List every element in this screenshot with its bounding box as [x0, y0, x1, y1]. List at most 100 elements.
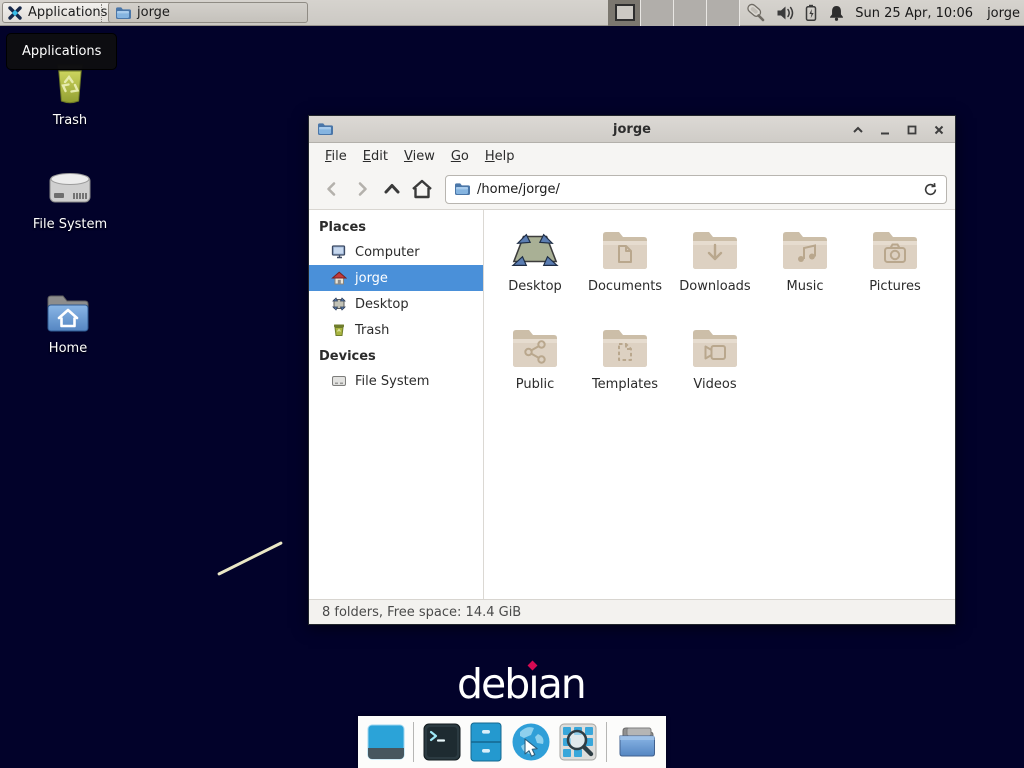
folder-label: Videos — [693, 377, 736, 392]
forward-button[interactable] — [347, 174, 377, 204]
folder-label: Public — [516, 377, 554, 392]
taskbar-folder-icon — [115, 5, 131, 21]
application-finder-icon[interactable] — [559, 723, 597, 761]
back-button[interactable] — [317, 174, 347, 204]
applications-menu-button[interactable]: Applications — [2, 2, 115, 23]
web-browser-globe-icon[interactable] — [511, 722, 551, 762]
notifications-bell-icon[interactable] — [828, 4, 845, 22]
trash-small-icon — [331, 322, 347, 338]
menu-help[interactable]: Help — [477, 146, 523, 167]
folder-item-desktop[interactable]: Desktop — [490, 224, 580, 322]
home-folder-icon — [18, 290, 118, 336]
applications-icon — [7, 5, 23, 21]
up-button[interactable] — [377, 174, 407, 204]
dock-separator — [606, 722, 607, 762]
desktop-icon-file-system[interactable]: File System — [20, 168, 120, 232]
places-header: Places — [309, 214, 483, 239]
folder-label: Templates — [592, 377, 658, 392]
path-entry[interactable]: /home/jorge/ — [445, 175, 947, 204]
sidebar-item-computer[interactable]: Computer — [309, 239, 483, 265]
maximize-button[interactable] — [906, 124, 918, 136]
home-icon — [331, 270, 347, 286]
sidebar-item-label: jorge — [355, 271, 388, 286]
debian-logo-i: ı — [528, 660, 537, 708]
file-manager-window: jorge File Edit View Go Help — [308, 115, 956, 625]
username[interactable]: jorge — [987, 6, 1020, 21]
debian-logo-text: deb — [457, 660, 528, 708]
desktop-pad-icon — [510, 228, 560, 272]
folder-label: Desktop — [508, 279, 562, 294]
folder-item-templates[interactable]: Templates — [580, 322, 670, 420]
path-text[interactable]: /home/jorge/ — [477, 182, 916, 197]
workspace-3[interactable] — [674, 0, 707, 26]
statusbar: 8 folders, Free space: 14.4 GiB — [309, 599, 955, 624]
shade-button[interactable] — [852, 124, 864, 136]
desktop-icon-label: Trash — [20, 113, 120, 128]
path-folder-icon — [454, 181, 470, 197]
folder-item-documents[interactable]: Documents — [580, 224, 670, 322]
workspace-pager[interactable] — [608, 0, 742, 26]
workspace-window-thumb — [615, 4, 635, 21]
folder-label: Music — [787, 279, 824, 294]
menu-file[interactable]: File — [317, 146, 355, 167]
music-folder-icon — [781, 228, 829, 272]
sidebar-item-jorge[interactable]: jorge — [309, 265, 483, 291]
file-list-view[interactable]: Desktop Documents Downloads Music Pictur… — [484, 210, 955, 599]
menu-view[interactable]: View — [396, 146, 443, 167]
workspace-1[interactable] — [608, 0, 641, 26]
sidebar-item-desktop[interactable]: Desktop — [309, 291, 483, 317]
videos-folder-icon — [691, 326, 739, 370]
menu-edit[interactable]: Edit — [355, 146, 396, 167]
home-button[interactable] — [407, 174, 437, 204]
applications-tooltip: Applications — [6, 33, 117, 70]
file-manager-cabinet-icon[interactable] — [469, 722, 503, 762]
dock-panel — [358, 716, 666, 768]
folder-item-downloads[interactable]: Downloads — [670, 224, 760, 322]
folder-item-pictures[interactable]: Pictures — [850, 224, 940, 322]
titlebar[interactable]: jorge — [309, 116, 955, 143]
sidebar-item-label: Computer — [355, 245, 420, 260]
downloads-folder-icon — [691, 228, 739, 272]
computer-icon — [331, 244, 347, 260]
folder-label: Documents — [588, 279, 662, 294]
debian-logo: debıan — [457, 660, 585, 708]
panel-handle[interactable] — [101, 4, 105, 22]
minimize-button[interactable] — [879, 124, 891, 136]
tooltip-text: Applications — [22, 44, 101, 59]
dock-separator — [413, 722, 414, 762]
top-panel: Applications jorge — [0, 0, 1024, 26]
folder-label: Pictures — [869, 279, 920, 294]
devices-header: Devices — [309, 343, 483, 368]
folder-item-videos[interactable]: Videos — [670, 322, 760, 420]
tray-tool-icon[interactable] — [745, 3, 766, 23]
sidebar-item-label: Trash — [355, 323, 389, 338]
workspace-2[interactable] — [641, 0, 674, 26]
status-text: 8 folders, Free space: 14.4 GiB — [322, 605, 521, 620]
battery-icon[interactable] — [804, 4, 818, 23]
show-desktop-icon[interactable] — [367, 722, 405, 762]
hard-drive-icon — [20, 168, 120, 212]
desktop-stray-line — [217, 541, 283, 576]
terminal-icon[interactable] — [423, 723, 461, 761]
folder-item-public[interactable]: Public — [490, 322, 580, 420]
sidebar-item-trash[interactable]: Trash — [309, 317, 483, 343]
debian-logo-text: an — [538, 660, 585, 708]
workspace-4[interactable] — [707, 0, 740, 26]
menubar: File Edit View Go Help — [309, 143, 955, 169]
public-folder-icon — [511, 326, 559, 370]
desktop-icon-home[interactable]: Home — [18, 290, 118, 356]
close-button[interactable] — [933, 124, 945, 136]
menu-go[interactable]: Go — [443, 146, 477, 167]
sidebar-item-file-system[interactable]: File System — [309, 368, 483, 394]
taskbar-window-button[interactable]: jorge — [108, 2, 308, 23]
dock-folder-icon[interactable] — [615, 722, 657, 762]
folder-item-music[interactable]: Music — [760, 224, 850, 322]
documents-folder-icon — [601, 228, 649, 272]
clock[interactable]: Sun 25 Apr, 10:06 — [855, 6, 973, 21]
desktop-icon — [331, 296, 347, 312]
volume-icon[interactable] — [776, 4, 794, 22]
reload-icon[interactable] — [923, 182, 938, 197]
folder-label: Downloads — [679, 279, 750, 294]
desktop-icon-label: File System — [20, 217, 120, 232]
taskbar-window-title: jorge — [137, 5, 170, 20]
